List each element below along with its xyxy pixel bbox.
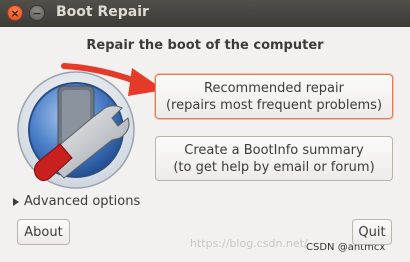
bootinfo-summary-label: Create a BootInfo summary	[184, 142, 364, 158]
recommended-repair-label: Recommended repair	[204, 80, 344, 96]
close-window-button[interactable]: ×	[7, 5, 23, 21]
expander-triangle-icon	[13, 197, 19, 206]
about-button[interactable]: About	[17, 219, 70, 245]
quit-button[interactable]: Quit	[352, 219, 392, 245]
advanced-options-expander[interactable]: Advanced options	[13, 194, 140, 209]
recommended-repair-sublabel: (repairs most frequent problems)	[165, 97, 383, 113]
title-bar: × − Boot Repair	[0, 0, 410, 27]
advanced-options-label: Advanced options	[24, 194, 141, 209]
recommended-repair-button[interactable]: Recommended repair (repairs most frequen…	[155, 74, 393, 119]
bootinfo-summary-button[interactable]: Create a BootInfo summary (to get help b…	[155, 136, 393, 181]
watermark-url: https://blog.csdn.net/	[190, 237, 308, 250]
boot-repair-window: × − Boot Repair Repair the boot of the c…	[0, 0, 410, 262]
window-title: Boot Repair	[56, 4, 149, 20]
minimize-window-button[interactable]: −	[29, 5, 45, 21]
page-heading: Repair the boot of the computer	[86, 38, 324, 53]
bootinfo-summary-sublabel: (to get help by email or forum)	[173, 159, 375, 175]
